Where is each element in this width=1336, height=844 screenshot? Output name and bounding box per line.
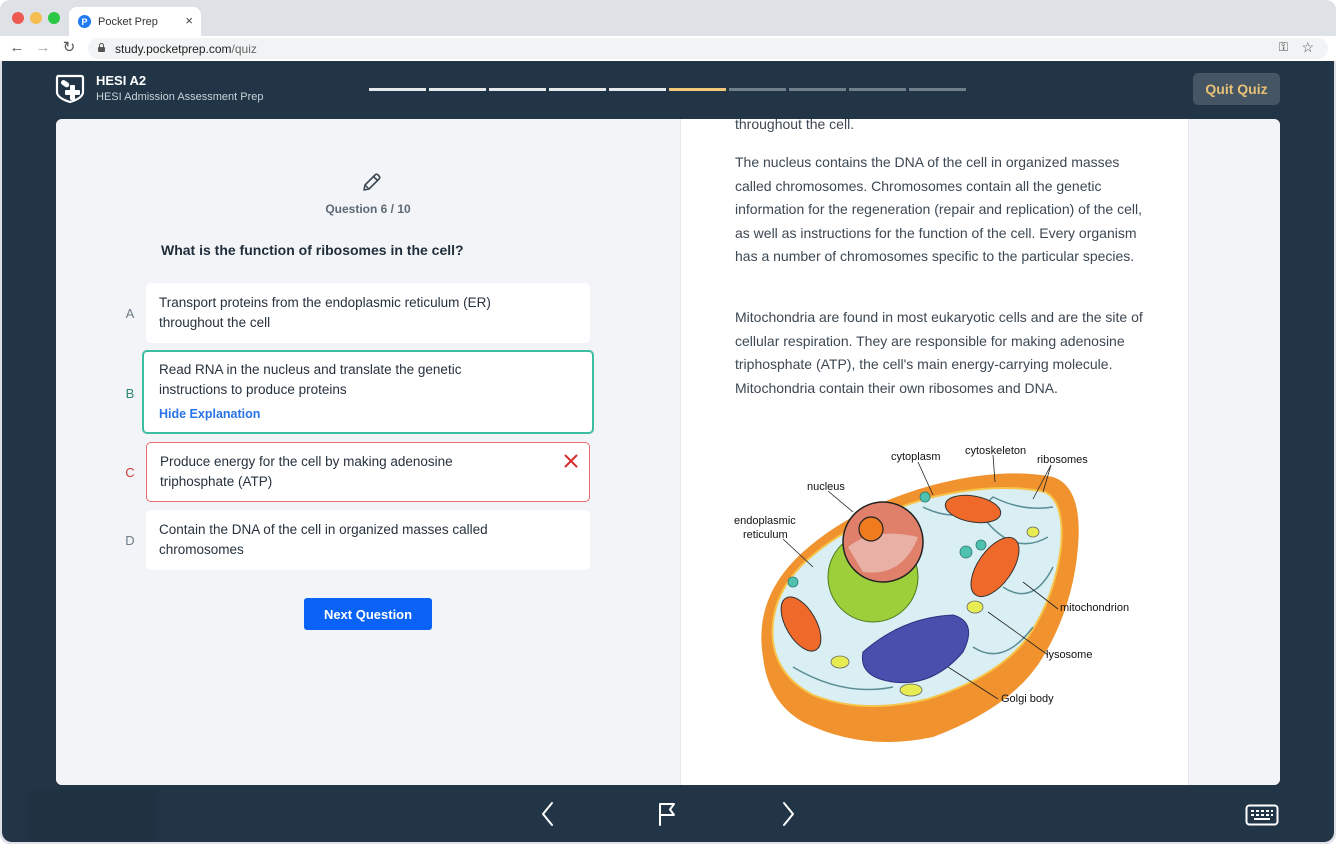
explanation-paragraph: The nucleus contains the DNA of the cell… <box>735 154 1142 264</box>
option-letter-d: D <box>125 533 135 548</box>
answer-option-a[interactable]: Transport proteins from the endoplasmic … <box>146 283 590 343</box>
label-reticulum: reticulum <box>743 529 788 541</box>
quiz-progress-bar <box>369 88 966 91</box>
progress-segment-3 <box>489 88 546 91</box>
question-panel: Question 6 / 10 What is the function of … <box>56 119 680 785</box>
browser-tab[interactable]: P Pocket Prep × <box>69 7 201 36</box>
browser-toolbar: ← → ↻ study.pocketprep.com/quiz ⚿ ☆ <box>0 36 1336 61</box>
label-endoplasmic: endoplasmic <box>734 515 796 527</box>
forward-icon[interactable]: → <box>34 39 52 57</box>
label-mitochondrion: mitochondrion <box>1060 602 1129 614</box>
answer-option-c-wrong[interactable]: Produce energy for the cell by making ad… <box>146 442 590 502</box>
progress-segment-6 <box>669 88 726 91</box>
answer-option-d[interactable]: Contain the DNA of the cell in organized… <box>146 510 590 570</box>
answer-option-b-correct[interactable]: Read RNA in the nucleus and translate th… <box>142 350 594 434</box>
option-text: Contain the DNA of the cell in organized… <box>159 522 488 557</box>
minimize-window-button[interactable] <box>30 12 42 24</box>
explanation-paragraph: throughout the cell. <box>735 119 855 132</box>
lock-icon <box>98 43 105 52</box>
option-text: Transport proteins from the endoplasmic … <box>159 295 491 330</box>
quiz-app: HESI A2 HESI Admission Assessment Prep Q… <box>2 61 1334 842</box>
progress-segment-1 <box>369 88 426 91</box>
progress-segment-9 <box>849 88 906 91</box>
previous-question-chevron-left-icon[interactable] <box>540 801 556 827</box>
option-letter-a: A <box>125 306 135 321</box>
option-text: Produce energy for the cell by making ad… <box>160 454 453 489</box>
flag-question-icon[interactable] <box>657 801 679 827</box>
progress-segment-4 <box>549 88 606 91</box>
label-nucleus: nucleus <box>807 481 845 493</box>
label-cytoplasm: cytoplasm <box>891 451 941 463</box>
next-question-button[interactable]: Next Question <box>304 598 432 630</box>
url-domain: study.pocketprep.com <box>115 42 232 56</box>
animal-cell-diagram: cytoplasm cytoskeleton ribosomes nucleus… <box>734 445 1129 742</box>
explanation-scroll-gutter <box>1188 119 1280 785</box>
reload-icon[interactable]: ↻ <box>60 39 78 57</box>
quit-quiz-button[interactable]: Quit Quiz <box>1193 73 1280 105</box>
option-letter-c: C <box>125 465 135 480</box>
progress-segment-5 <box>609 88 666 91</box>
keyboard-shortcuts-icon[interactable] <box>1245 804 1279 826</box>
close-window-button[interactable] <box>12 12 24 24</box>
tab-bar: P Pocket Prep × <box>0 0 1336 36</box>
label-ribosomes: ribosomes <box>1037 454 1088 466</box>
progress-segment-2 <box>429 88 486 91</box>
tab-title: Pocket Prep <box>98 15 158 28</box>
pencil-icon <box>363 173 381 191</box>
close-tab-icon[interactable]: × <box>185 13 193 28</box>
back-icon[interactable]: ← <box>8 39 26 57</box>
question-card: Question 6 / 10 What is the function of … <box>56 119 1280 785</box>
course-title: HESI A2 <box>96 73 147 88</box>
nucleus-shape <box>842 501 924 583</box>
question-text: What is the function of ribosomes in the… <box>161 242 464 258</box>
question-counter: Question 6 / 10 <box>325 202 411 216</box>
address-bar[interactable]: study.pocketprep.com/quiz ⚿ ☆ <box>88 38 1328 59</box>
bookmark-star-icon[interactable]: ☆ <box>1301 39 1314 56</box>
pocketprep-favicon-icon: P <box>78 15 91 28</box>
hesi-logo-icon <box>55 74 85 104</box>
label-cytoskeleton: cytoskeleton <box>965 445 1026 457</box>
footer-left-area <box>28 789 156 841</box>
progress-segment-8 <box>789 88 846 91</box>
progress-segment-7 <box>729 88 786 91</box>
hide-explanation-link[interactable]: Hide Explanation <box>159 404 577 424</box>
progress-segment-10 <box>909 88 966 91</box>
incorrect-x-icon <box>564 454 578 468</box>
explanation-paragraph: Mitochondria are found in most eukaryoti… <box>735 309 1143 396</box>
option-letter-b: B <box>125 386 135 401</box>
course-subtitle: HESI Admission Assessment Prep <box>96 91 264 103</box>
url-text[interactable]: study.pocketprep.com/quiz <box>115 42 257 56</box>
password-key-icon[interactable]: ⚿ <box>1279 40 1288 55</box>
url-path: /quiz <box>231 42 257 56</box>
browser-window: P Pocket Prep × ← → ↻ study.pocketprep.c… <box>0 0 1336 844</box>
option-text: Read RNA in the nucleus and translate th… <box>159 362 462 397</box>
next-question-chevron-right-icon[interactable] <box>780 801 796 827</box>
maximize-window-button[interactable] <box>48 12 60 24</box>
explanation-panel: throughout the cell. The nucleus contain… <box>680 119 1188 785</box>
label-lysosome: lysosome <box>1046 649 1092 661</box>
label-golgi-body: Golgi body <box>1001 693 1054 705</box>
